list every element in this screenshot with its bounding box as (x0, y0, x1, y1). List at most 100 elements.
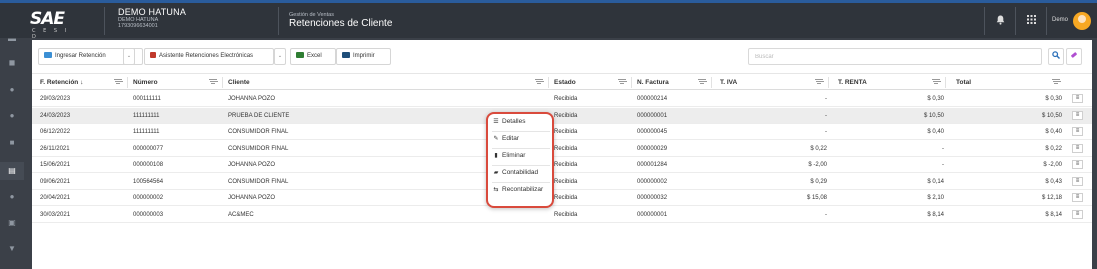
table-row[interactable]: 15/06/2021 000000108 JOHANNA POZO Recibida 0… (32, 157, 1092, 173)
search-icon[interactable] (1048, 48, 1064, 65)
eraser-icon[interactable] (1066, 48, 1082, 65)
row-menu-icon[interactable]: ≡ (1072, 193, 1083, 202)
people-icon[interactable]: ● (7, 111, 17, 121)
cell-total: $ 8,14 (1045, 211, 1062, 218)
cell-numero: 111111111 (133, 129, 160, 135)
menu-divider (492, 131, 550, 132)
cash-icon[interactable]: ▣ (7, 218, 17, 228)
column-header-factura[interactable]: N. Factura (637, 79, 669, 86)
cell-iva: - (825, 112, 827, 119)
cell-factura: 000000045 (637, 129, 668, 135)
cell-numero: 000000003 (133, 211, 164, 218)
cell-cliente: JOHANNA POZO (228, 195, 276, 201)
user-name[interactable]: Demo (1052, 17, 1068, 23)
table-row[interactable]: 29/03/2023 000111111 JOHANNA POZO Recibida 0… (32, 91, 1092, 107)
cell-iva: $ 0,29 (810, 178, 827, 185)
menu-item-eliminar[interactable]: ▮ Eliminar (492, 152, 525, 164)
excel-button[interactable]: Excel (290, 48, 336, 65)
asistente-dropdown-caret[interactable]: ⌄ (274, 48, 286, 65)
cell-iva: $ 15,08 (806, 195, 827, 201)
table-row[interactable]: 06/12/2022 111111111 CONSUMIDOR FINAL Recib… (32, 124, 1092, 140)
main-panel: Ingresar Retención ⌄ Asistente Retencion… (32, 40, 1092, 269)
cell-estado: Recibida (554, 96, 578, 102)
company-info[interactable]: DEMO HATUNA DEMO HATUNA 1793096634001 (118, 7, 187, 30)
menu-item-detalles[interactable]: ☰ Detalles (492, 118, 525, 130)
cell-numero: 000000002 (133, 195, 164, 201)
cell-total: $ 0,22 (1045, 145, 1062, 152)
trash-icon: ▮ (494, 153, 498, 159)
menu-item-editar[interactable]: ✎ Editar (492, 135, 519, 147)
cell-renta: $ 8,14 (927, 211, 944, 218)
cell-total: $ 0,30 (1045, 96, 1062, 102)
apps-grid-icon[interactable] (1024, 15, 1038, 27)
asistente-retenciones-button[interactable]: Asistente Retenciones Electrónicas (144, 48, 274, 65)
column-divider (945, 77, 946, 88)
table-row[interactable]: 09/06/2021 100564564 CONSUMIDOR FINAL Recib… (32, 174, 1092, 190)
search-box (748, 48, 1082, 65)
avatar[interactable] (1073, 12, 1091, 30)
box-icon[interactable]: ▤ (7, 166, 17, 176)
file-icon[interactable]: ● (7, 192, 17, 202)
table-row[interactable]: 24/03/2023 111111111 PRUEBA DE CLIENTE Reci… (32, 107, 1092, 124)
filter-icon[interactable] (114, 78, 122, 85)
imprimir-button[interactable]: Imprimir (336, 48, 391, 65)
search-input[interactable] (748, 48, 1042, 65)
cell-factura: 000000032 (637, 195, 668, 201)
filter-icon[interactable] (209, 78, 217, 85)
cell-iva: $ -2,00 (808, 162, 827, 168)
column-header-estado[interactable]: Estado (554, 79, 576, 86)
row-menu-icon[interactable]: ≡ (1072, 110, 1083, 120)
cell-estado: Recibida (554, 112, 578, 119)
cell-estado: Recibida (554, 129, 578, 135)
divider (1015, 7, 1016, 35)
row-menu-icon[interactable]: ≡ (1072, 94, 1083, 103)
menu-item-recontabilizar[interactable]: ⇆ Recontabilizar (492, 186, 543, 198)
cell-factura: 000000029 (637, 145, 668, 152)
filter-icon[interactable] (1052, 78, 1060, 85)
shield-icon[interactable]: ▼ (7, 244, 17, 254)
row-menu-icon[interactable]: ≡ (1072, 143, 1083, 153)
row-menu-icon[interactable]: ≡ (1072, 160, 1083, 169)
cell-total: $ 0,40 (1045, 129, 1062, 135)
cell-total: $ -2,00 (1043, 162, 1062, 168)
column-header-renta[interactable]: T. RENTA (838, 79, 867, 86)
app-logo[interactable]: SAE C E S I D (30, 9, 74, 40)
cell-cliente: CONSUMIDOR FINAL (228, 129, 289, 135)
filter-icon[interactable] (932, 78, 940, 85)
column-divider (631, 77, 632, 88)
column-header-fecha[interactable]: F. Retención ↓ (40, 79, 83, 86)
company-name: DEMO HATUNA (118, 7, 187, 17)
filter-icon[interactable] (815, 78, 823, 85)
cell-iva: $ 0,22 (810, 145, 827, 152)
filter-icon[interactable] (618, 78, 626, 85)
home-icon[interactable]: ▬ (7, 34, 17, 44)
ingresar-dropdown-caret[interactable]: ⌄ (123, 48, 135, 65)
cell-renta: - (942, 145, 944, 152)
menu-divider (492, 148, 550, 149)
cell-numero: 000111111 (133, 96, 161, 102)
cell-renta: $ 0,40 (927, 129, 944, 135)
users-icon[interactable]: ● (7, 85, 17, 95)
menu-divider (492, 165, 550, 166)
cell-cliente: JOHANNA POZO (228, 96, 276, 102)
table-row[interactable]: 30/03/2021 000000003 AC&MEC Recibida 0000000… (32, 207, 1092, 223)
menu-divider (492, 182, 550, 183)
bell-icon[interactable] (993, 15, 1007, 28)
column-header-total[interactable]: Total (956, 79, 971, 86)
column-header-cliente[interactable]: Cliente (228, 79, 250, 86)
cell-renta: $ 10,50 (923, 112, 944, 119)
dashboard-icon[interactable]: ◼ (7, 58, 17, 68)
cell-iva: - (825, 96, 827, 102)
row-menu-icon[interactable]: ≡ (1072, 209, 1083, 219)
column-header-iva[interactable]: T. IVA (720, 79, 737, 86)
row-menu-icon[interactable]: ≡ (1072, 176, 1083, 186)
cart-icon[interactable]: ■ (7, 138, 17, 148)
column-header-numero[interactable]: Número (133, 79, 158, 86)
row-menu-icon[interactable]: ≡ (1072, 127, 1083, 136)
filter-icon[interactable] (535, 78, 543, 85)
menu-item-contabilidad[interactable]: ▰ Contabilidad (492, 169, 538, 181)
table-row[interactable]: 20/04/2021 000000002 JOHANNA POZO Recibida 0… (32, 190, 1092, 206)
filter-icon[interactable] (698, 78, 706, 85)
table-row[interactable]: 26/11/2021 000000077 CONSUMIDOR FINAL Recib… (32, 141, 1092, 157)
row-context-menu: ☰ Detalles ✎ Editar ▮ Eliminar ▰ Contabilida… (486, 112, 554, 208)
